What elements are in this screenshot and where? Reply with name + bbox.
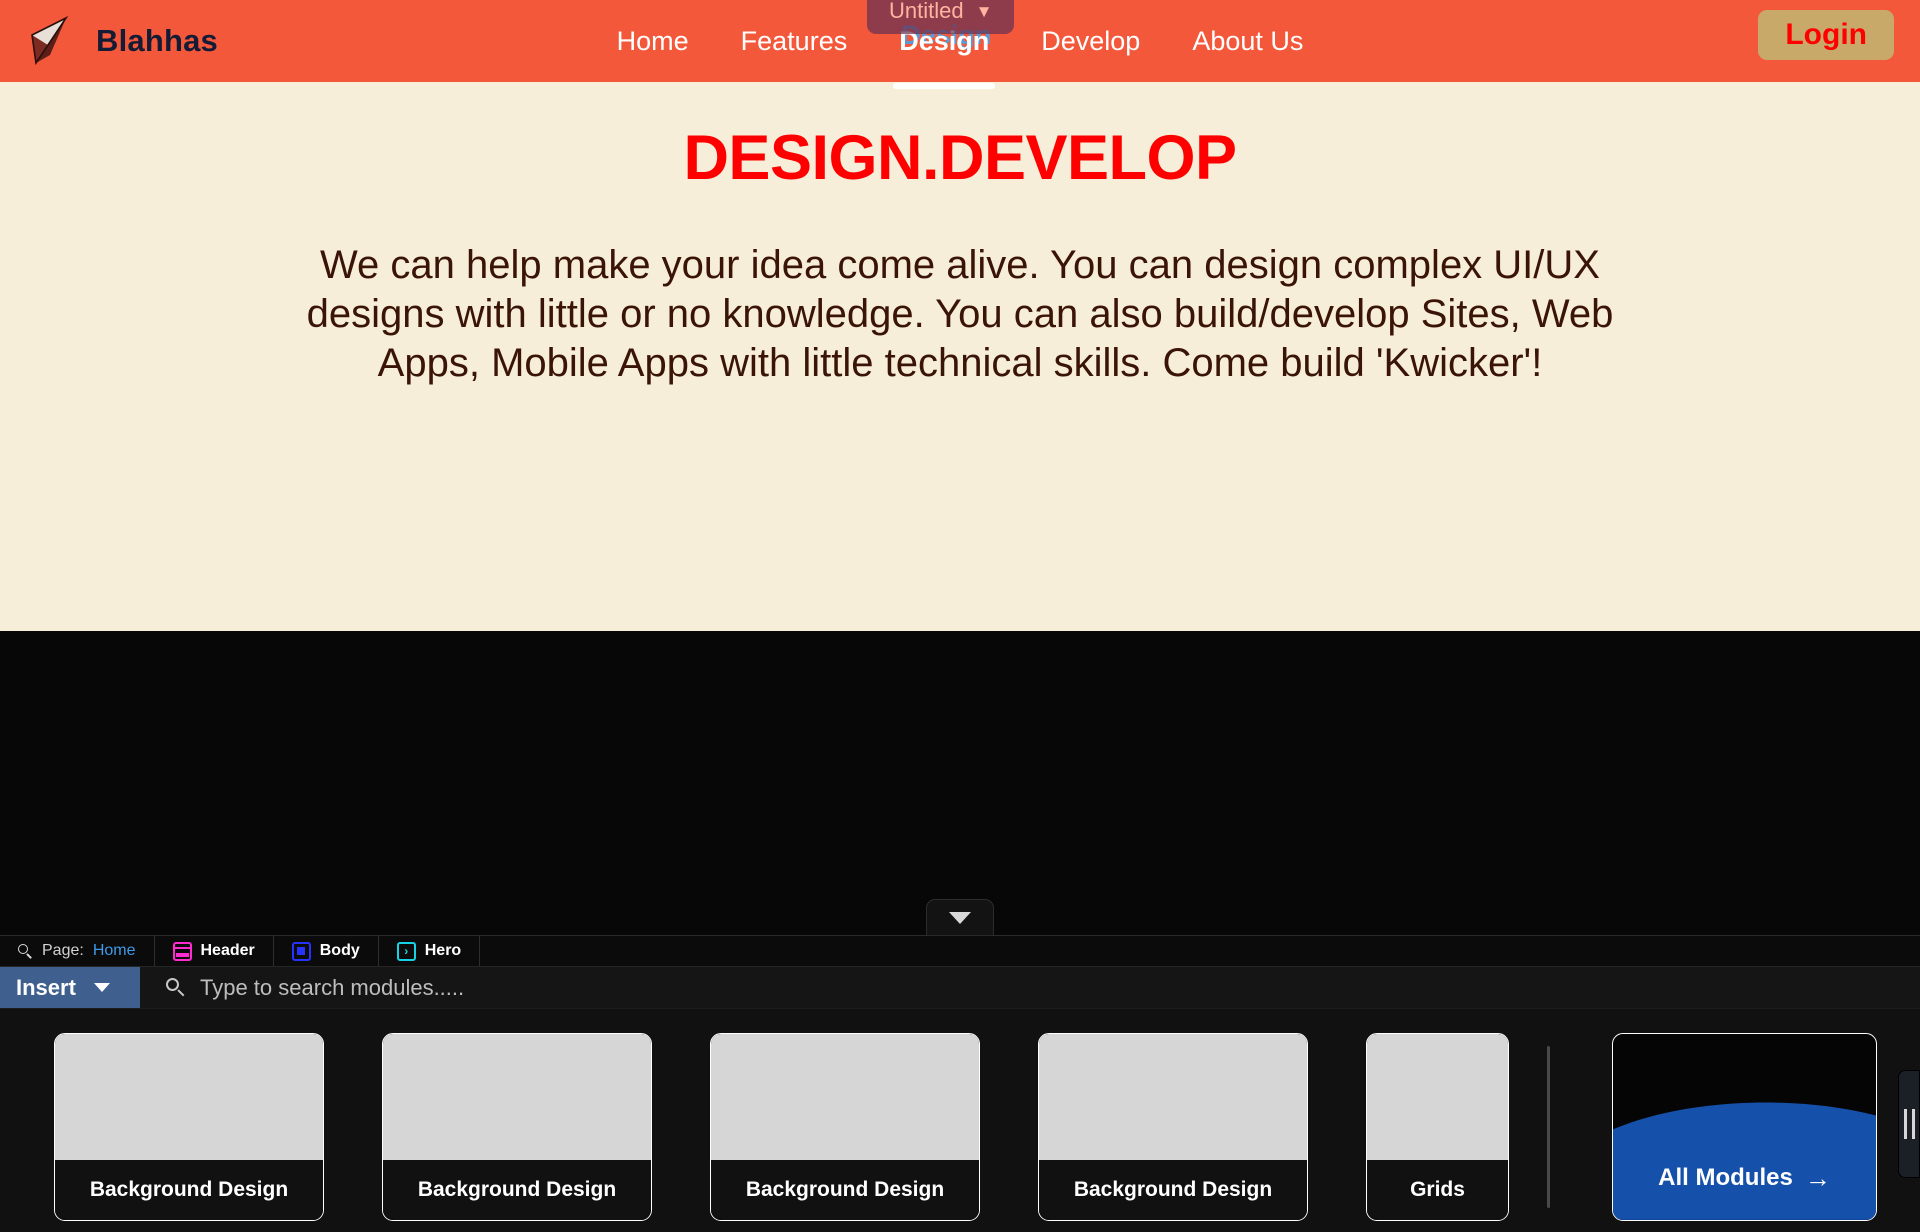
site-preview-canvas: Blahhas Home Features Design Develop Abo… xyxy=(0,0,1920,935)
module-card-label: Background Design xyxy=(711,1159,979,1220)
module-search-input[interactable] xyxy=(200,974,1920,1001)
module-card-label: Background Design xyxy=(55,1159,323,1220)
module-card[interactable]: Background Design xyxy=(1038,1032,1308,1221)
breadcrumb: Page: Home Header Body › Hero xyxy=(0,935,1920,967)
selected-element-label: Untitled xyxy=(889,0,964,23)
all-modules-label-wrap: All Modules → xyxy=(1613,1164,1876,1192)
all-modules-button[interactable]: All Modules → xyxy=(1612,1032,1877,1221)
brand-name: Blahhas xyxy=(96,23,218,58)
paper-plane-icon xyxy=(26,15,74,67)
module-thumbnail xyxy=(55,1033,323,1160)
nav-link-home[interactable]: Home xyxy=(615,22,691,61)
module-card-label: Grids xyxy=(1367,1159,1508,1220)
caret-down-icon xyxy=(93,983,110,992)
strip-divider xyxy=(1547,1045,1550,1208)
breadcrumb-item-hero[interactable]: › Hero xyxy=(379,936,481,966)
hero-section: DESIGN.DEVELOP We can help make your ide… xyxy=(0,82,1920,387)
insert-button[interactable]: Insert xyxy=(0,967,140,1008)
module-search[interactable] xyxy=(140,967,1920,1008)
triangle-down-icon xyxy=(949,911,971,924)
module-card-label: Background Design xyxy=(383,1159,651,1220)
breadcrumb-header-label: Header xyxy=(200,942,255,959)
breadcrumb-item-page[interactable]: Page: Home xyxy=(0,936,155,966)
breadcrumb-item-header[interactable]: Header xyxy=(155,936,274,966)
hero-title: DESIGN.DEVELOP xyxy=(683,123,1237,193)
arrow-right-icon: → xyxy=(1804,1162,1831,1193)
header-layout-icon xyxy=(172,941,192,961)
nav-link-features[interactable]: Features xyxy=(739,22,850,61)
module-card-label: Background Design xyxy=(1039,1159,1307,1220)
module-card[interactable]: Background Design xyxy=(382,1032,652,1221)
hero-body-text: We can help make your idea come alive. Y… xyxy=(306,243,1614,385)
search-icon xyxy=(18,943,33,959)
module-thumbnail xyxy=(383,1033,651,1160)
site-top-nav: Blahhas Home Features Design Develop Abo… xyxy=(0,0,1920,89)
login-button[interactable]: Login xyxy=(1758,10,1894,60)
breadcrumb-body-label: Body xyxy=(319,942,360,959)
brand[interactable]: Blahhas xyxy=(0,15,218,67)
body-block-icon xyxy=(291,941,311,961)
breadcrumb-page-prefix: Page: xyxy=(42,942,84,959)
hero-arrow-icon: › xyxy=(396,941,416,961)
breadcrumb-hero-label: Hero xyxy=(424,942,462,959)
module-thumbnail xyxy=(1367,1033,1508,1160)
search-icon xyxy=(166,977,186,998)
nav-link-develop[interactable]: Develop xyxy=(1039,22,1142,61)
page-dark-section xyxy=(0,631,1920,935)
module-thumbnail xyxy=(1039,1033,1307,1160)
editor-panel: Page: Home Header Body › Hero Insert Typ… xyxy=(0,935,1920,1232)
module-card[interactable]: Background Design xyxy=(710,1032,980,1221)
breadcrumb-item-body[interactable]: Body xyxy=(274,936,379,966)
insert-button-label: Insert xyxy=(16,974,76,1000)
nav-link-about-us[interactable]: About Us xyxy=(1190,22,1305,61)
breadcrumb-page-value: Home xyxy=(92,942,136,959)
all-modules-label: All Modules xyxy=(1658,1163,1793,1191)
canvas-collapse-toggle[interactable] xyxy=(926,899,994,935)
grip-vertical-icon[interactable] xyxy=(1898,1070,1920,1178)
wave-shape xyxy=(1613,1102,1876,1220)
module-card[interactable]: Background Design xyxy=(54,1032,324,1221)
module-thumbnail xyxy=(711,1033,979,1160)
insert-toolbar: Insert xyxy=(0,967,1920,1009)
selected-element-chip[interactable]: Untitled ▼ xyxy=(867,0,1015,34)
chevron-down-icon[interactable]: ▼ xyxy=(976,3,993,20)
module-card[interactable]: Grids xyxy=(1366,1032,1509,1221)
module-strip[interactable]: Background Design Background Design Back… xyxy=(0,1009,1920,1222)
